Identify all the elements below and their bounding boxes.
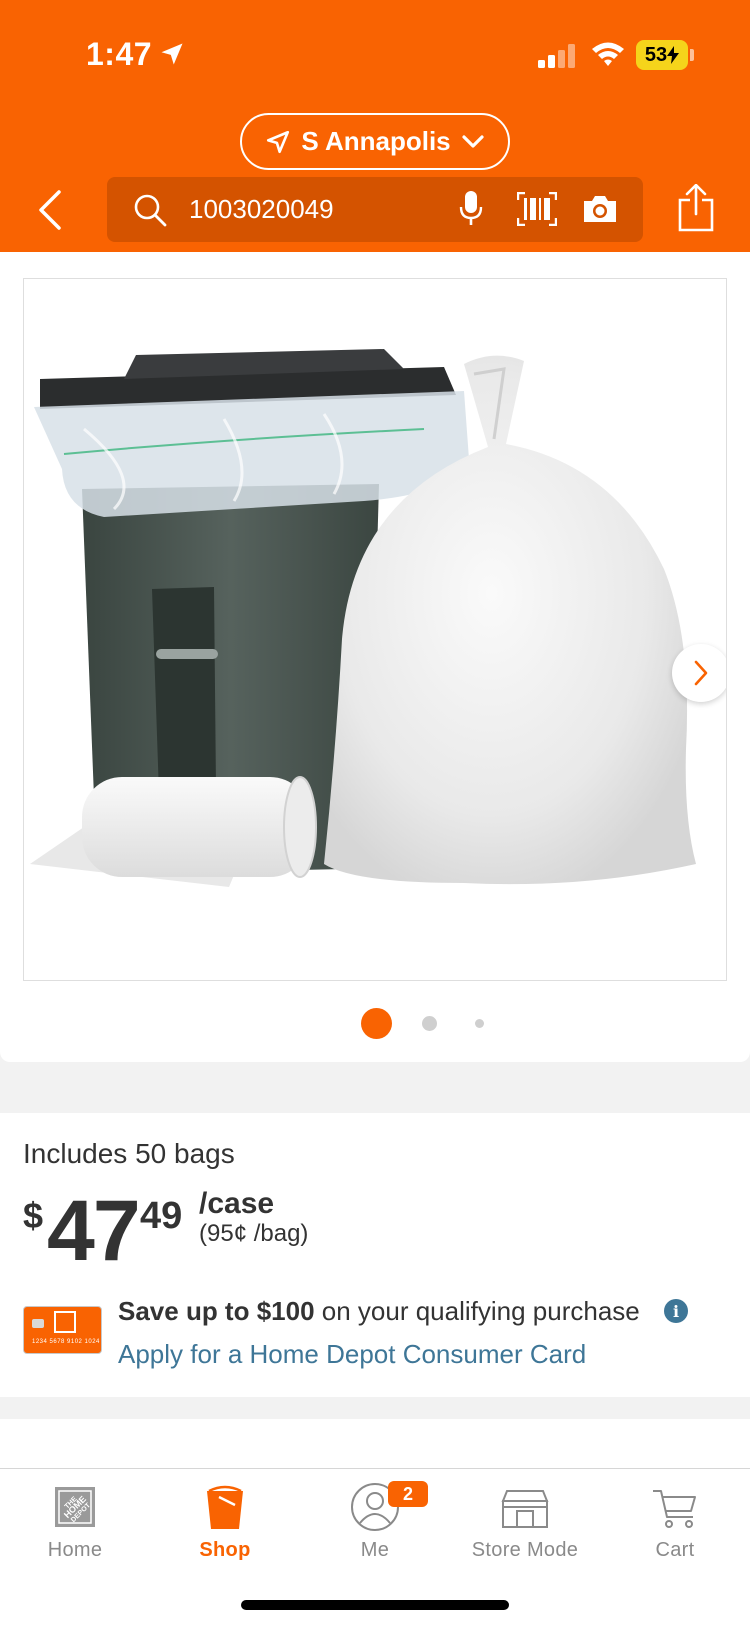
battery-level: 53 (644, 43, 668, 66)
tab-shop-label: Shop (199, 1539, 251, 1561)
search-input[interactable]: 1003020049 (189, 177, 334, 242)
store-selector-button[interactable]: S Annapolis (240, 113, 510, 170)
status-time: 1:47 (86, 36, 153, 72)
price-whole: 47 (47, 1183, 141, 1279)
chevron-right-icon (694, 660, 708, 686)
tab-cart[interactable]: Cart (600, 1469, 750, 1579)
savings-offer: Save up to $100 on your qualifying purch… (118, 1296, 640, 1327)
location-arrow-icon (161, 43, 183, 65)
microphone-icon[interactable] (459, 191, 483, 227)
tab-home[interactable]: THE HOME DEPOT Home (0, 1469, 150, 1579)
gallery-pagination (0, 1004, 750, 1040)
apply-card-link[interactable]: Apply for a Home Depot Consumer Card (118, 1339, 586, 1370)
chevron-left-icon (39, 190, 61, 230)
search-icon (134, 194, 167, 227)
card-chip (32, 1319, 44, 1328)
price-unit: /case (199, 1187, 275, 1220)
home-indicator (241, 1600, 509, 1610)
unit-price: (95¢ /bag) (199, 1220, 309, 1247)
status-bar: 1:47 53 (0, 0, 750, 110)
info-icon[interactable]: i (664, 1299, 688, 1323)
battery-cap (690, 49, 694, 61)
back-button[interactable] (30, 182, 70, 238)
product-image-frame[interactable] (23, 278, 727, 981)
tab-cart-label: Cart (655, 1539, 695, 1561)
camera-icon[interactable] (582, 194, 618, 224)
cellular-signal-icon (538, 44, 575, 68)
tab-store-mode[interactable]: Store Mode (450, 1469, 600, 1579)
home-depot-logo-icon: THE HOME DEPOT (55, 1487, 95, 1527)
battery-indicator: 53 (636, 40, 688, 70)
search-bar[interactable]: 1003020049 (107, 177, 643, 242)
savings-amount: Save up to $100 (118, 1296, 315, 1326)
includes-count: Includes 50 bags (23, 1138, 235, 1169)
trash-can-with-bags-image (30, 349, 696, 887)
tab-me-label: Me (360, 1539, 390, 1561)
store-icon (501, 1490, 549, 1528)
share-icon[interactable] (676, 184, 716, 232)
product-gallery (0, 252, 750, 1062)
tab-store-mode-label: Store Mode (471, 1539, 579, 1561)
pagination-dot[interactable] (475, 1019, 484, 1028)
savings-description: on your qualifying purchase (314, 1296, 640, 1326)
charging-bolt-icon (667, 46, 680, 64)
next-image-button[interactable] (672, 644, 726, 702)
notification-badge: 2 (388, 1481, 428, 1507)
tab-shop[interactable]: Shop (150, 1469, 300, 1579)
cart-icon (653, 1490, 696, 1528)
chevron-down-icon (462, 134, 484, 148)
location-arrow-icon (267, 130, 290, 153)
tab-me[interactable]: 2 Me (300, 1469, 450, 1579)
wifi-icon (592, 42, 624, 66)
credit-card-image: 1234 5678 9102 1024 (23, 1306, 102, 1354)
price-currency: $ (23, 1195, 44, 1236)
tab-home-label: Home (47, 1539, 103, 1561)
app-header: 1:47 53 S Annapolis 1003020049 (0, 0, 750, 252)
price-cents: 49 (140, 1195, 183, 1237)
barcode-scanner-icon[interactable] (517, 192, 557, 226)
pagination-dot-active[interactable] (361, 1008, 392, 1039)
store-name: S Annapolis (301, 126, 451, 156)
shop-bucket-icon (207, 1485, 243, 1529)
pagination-dot[interactable] (422, 1016, 437, 1031)
price-section: Includes 50 bags $ 47 49 /case (95¢ /bag… (0, 1113, 750, 1397)
home-depot-logo-icon (54, 1311, 76, 1333)
card-number: 1234 5678 9102 1024 (32, 1339, 100, 1345)
screen: 1:47 53 S Annapolis 1003020049 Includes … (0, 0, 750, 1626)
